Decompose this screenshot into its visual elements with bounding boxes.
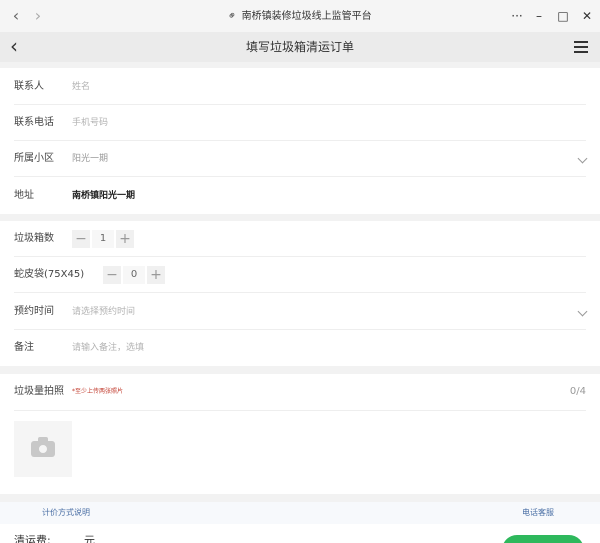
bins-value[interactable]: 1 [92, 230, 114, 248]
submit-button[interactable] [502, 535, 584, 543]
service-link[interactable]: 电话客服 [522, 502, 554, 524]
remark-row[interactable]: 备注 请输入备注，选填 [0, 330, 600, 366]
fee-unit: 元 [84, 534, 95, 543]
bags-value[interactable]: 0 [123, 266, 145, 284]
address-row[interactable]: 地址 南桥镇阳光一期 [0, 178, 600, 214]
photo-hint: *至少上传两张照片 [72, 388, 124, 395]
appointment-select[interactable]: 请选择预约时间 [72, 294, 135, 330]
camera-icon [31, 437, 55, 457]
footer-bar: 清运费: 元 [0, 524, 600, 543]
app-nav-bar: ‹ 填写垃圾箱清运订单 [0, 32, 600, 62]
address-input[interactable]: 南桥镇阳光一期 [72, 178, 135, 214]
section-gap [0, 366, 600, 374]
remark-label: 备注 [14, 342, 34, 353]
row-divider [14, 176, 586, 177]
bags-row: 蛇皮袋(75X45) − 0 + [0, 257, 600, 293]
window-title-text: 南桥镇装修垃圾线上监管平台 [241, 11, 372, 22]
phone-label: 联系电话 [14, 117, 54, 128]
window-title-bar: ‹ › ⚭南桥镇装修垃圾线上监管平台 ··· – □ ✕ [0, 0, 600, 32]
bags-label: 蛇皮袋(75X45) [14, 269, 85, 280]
bins-row: 垃圾箱数 − 1 + [0, 221, 600, 257]
bags-minus-button[interactable]: − [103, 266, 121, 284]
bags-plus-button[interactable]: + [147, 266, 165, 284]
photo-title: 垃圾量拍照 [14, 386, 64, 397]
community-row[interactable]: 所属小区 阳光一期 [0, 141, 600, 177]
appointment-row[interactable]: 预约时间 请选择预约时间 [0, 294, 600, 330]
appointment-label: 预约时间 [14, 306, 54, 317]
contact-input[interactable]: 姓名 [72, 69, 90, 105]
bags-stepper: − 0 + [103, 266, 165, 284]
window-close-button[interactable]: ✕ [578, 0, 596, 32]
window-minimize-button[interactable]: – [530, 0, 548, 32]
bins-stepper: − 1 + [72, 230, 134, 248]
contact-label: 联系人 [14, 81, 44, 92]
photo-upload-button[interactable] [14, 421, 72, 477]
row-divider [14, 410, 586, 411]
remark-input[interactable]: 请输入备注，选填 [72, 330, 144, 366]
chevron-down-icon[interactable] [577, 153, 588, 164]
section-gap [0, 214, 600, 221]
pricing-link[interactable]: 计价方式说明 [42, 502, 90, 524]
fee-label: 清运费: [14, 534, 51, 543]
community-label: 所属小区 [14, 153, 54, 164]
section-gap [0, 494, 600, 502]
bins-minus-button[interactable]: − [72, 230, 90, 248]
bins-label: 垃圾箱数 [14, 233, 54, 244]
community-select[interactable]: 阳光一期 [72, 141, 108, 177]
photo-header: 垃圾量拍照 *至少上传两张照片 0/4 [0, 374, 600, 410]
row-divider [14, 292, 586, 293]
page-title: 填写垃圾箱清运订单 [245, 40, 354, 54]
phone-input[interactable]: 手机号码 [72, 105, 108, 141]
contact-row[interactable]: 联系人 姓名 [0, 69, 600, 105]
menu-icon[interactable] [574, 41, 588, 53]
section-gap [0, 62, 600, 68]
phone-row[interactable]: 联系电话 手机号码 [0, 105, 600, 141]
window-more-button[interactable]: ··· [508, 0, 526, 32]
photo-count: 0/4 [569, 386, 586, 397]
address-label: 地址 [14, 190, 34, 201]
footer-links: 计价方式说明 电话客服 [0, 502, 600, 524]
window-maximize-button[interactable]: □ [554, 0, 572, 32]
bins-plus-button[interactable]: + [116, 230, 134, 248]
chevron-down-icon[interactable] [577, 306, 588, 317]
